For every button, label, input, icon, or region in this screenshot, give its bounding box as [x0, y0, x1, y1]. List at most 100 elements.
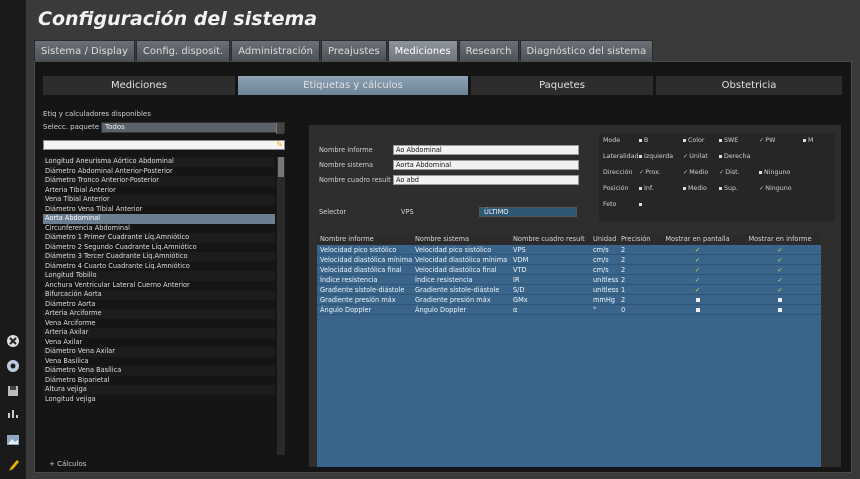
dir-prox[interactable]: ✓Prox. — [639, 169, 677, 179]
check-icon[interactable]: ✓ — [656, 265, 736, 274]
unchecked-box-icon[interactable] — [736, 295, 821, 304]
dir-medio[interactable]: ✓Medio — [683, 169, 713, 179]
subtab-mediciones[interactable]: Mediciones — [43, 76, 235, 95]
tab-config-disposit[interactable]: Config. disposit. — [135, 40, 231, 61]
tab-administracion[interactable]: Administración — [231, 40, 320, 61]
check-icon[interactable]: ✓ — [656, 275, 736, 284]
unchecked-box-icon[interactable] — [656, 305, 736, 314]
pos-inf[interactable]: Inf. — [639, 185, 677, 195]
mode-pw[interactable]: ✓PW — [759, 137, 797, 147]
mode-b[interactable]: B — [639, 137, 677, 147]
check-icon[interactable]: ✓ — [736, 255, 821, 264]
result-box-name-label: Nombre cuadro result — [319, 176, 391, 184]
selector-dropdown[interactable]: ÚLTIMO — [479, 207, 577, 217]
mode-m[interactable]: M — [803, 137, 813, 147]
close-icon[interactable] — [5, 333, 21, 349]
check-icon[interactable]: ✓ — [736, 265, 821, 274]
list-item[interactable]: Vena Axilar — [43, 338, 275, 348]
list-item[interactable]: Diámetro 4 Cuarto Cuadrante Líq.Amniótic… — [43, 262, 275, 272]
tab-preajustes[interactable]: Preajustes — [320, 40, 387, 61]
list-item[interactable]: Circunferencia Abdominal — [43, 224, 275, 234]
lat-unilat[interactable]: ✓Unilat — [683, 153, 713, 163]
unchecked-box-icon[interactable] — [656, 295, 736, 304]
list-item[interactable]: Diámetro 3 Tercer Cuadrante Líq.Amniótic… — [43, 252, 275, 262]
list-item[interactable]: Arteria Tibial Anterior — [43, 186, 275, 196]
check-icon[interactable]: ✓ — [736, 285, 821, 294]
check-icon[interactable]: ✓ — [736, 275, 821, 284]
system-name-input[interactable]: Aorta Abdominal — [393, 160, 579, 170]
label-list[interactable]: Longitud Aneurisma Aórtico Abdominal Diám… — [43, 157, 275, 455]
subtab-paquetes[interactable]: Paquetes — [471, 76, 653, 95]
pen-icon[interactable] — [5, 458, 21, 474]
list-item[interactable]: Arteria Axilar — [43, 328, 275, 338]
unchecked-box-icon[interactable] — [736, 305, 821, 314]
list-item[interactable]: Bifurcación Aorta — [43, 290, 275, 300]
check-icon[interactable]: ✓ — [656, 285, 736, 294]
list-item[interactable]: Diámetro Abdominal Anterior-Posterior — [43, 167, 275, 177]
list-item[interactable]: Longitud vejiga — [43, 395, 275, 405]
package-dropdown[interactable]: Todos — [101, 122, 285, 134]
list-item[interactable]: Vena Tibial Anterior — [43, 195, 275, 205]
table-cell: α — [513, 306, 518, 314]
pos-sup[interactable]: Sup. — [719, 185, 753, 195]
list-item[interactable]: Diámetro Vena Basílica — [43, 366, 275, 376]
feto-label: Feto — [603, 201, 617, 208]
tab-mediciones[interactable]: Mediciones — [387, 40, 458, 61]
lat-izquierda[interactable]: Izquierda — [639, 153, 677, 163]
table-row[interactable]: Gradiente sístole-diástole Gradiente síst… — [317, 285, 821, 295]
table-cell: Ángulo Doppler — [415, 306, 467, 314]
tab-diagnostico[interactable]: Diagnóstico del sistema — [519, 40, 654, 61]
pos-ninguno[interactable]: ✓Ninguno — [759, 185, 792, 195]
report-name-input[interactable]: Ao Abdominal — [393, 145, 579, 155]
scrollbar-thumb[interactable] — [278, 157, 284, 177]
list-item[interactable]: Aorta Abdominal — [43, 214, 275, 224]
table-row[interactable]: Índice resistencia Índice resistencia IR un… — [317, 275, 821, 285]
list-item[interactable]: Vena Basílica — [43, 357, 275, 367]
list-item[interactable]: Diámetro Aorta — [43, 300, 275, 310]
dropdown-arrow-icon[interactable] — [276, 123, 284, 134]
result-box-name-input[interactable]: Ao abd — [393, 175, 579, 185]
list-item[interactable]: Diámetro Vena Tibial Anterior — [43, 205, 275, 215]
mode-color[interactable]: Color — [683, 137, 713, 147]
list-item[interactable]: Longitud Aneurisma Aórtico Abdominal — [43, 157, 275, 167]
check-icon[interactable]: ✓ — [656, 255, 736, 264]
image-icon[interactable] — [5, 432, 21, 448]
pencil-icon[interactable]: ✎ — [276, 140, 283, 149]
list-item[interactable]: Diámetro 1 Primer Cuadrante Líq.Amniótic… — [43, 233, 275, 243]
table-row[interactable]: Ángulo Doppler Ángulo Doppler α ° 0 — [317, 305, 821, 315]
list-item[interactable]: Longitud Tobillo — [43, 271, 275, 281]
lat-derecha[interactable]: Derecha — [719, 153, 750, 163]
save-icon[interactable] — [5, 383, 21, 399]
table-row[interactable]: Velocidad diastólica final Velocidad dias… — [317, 265, 821, 275]
table-row[interactable]: Velocidad diastólica mínima Velocidad dia… — [317, 255, 821, 265]
list-item[interactable]: Diámetro 2 Segundo Cuadrante Líq.Amnióti… — [43, 243, 275, 253]
list-item[interactable]: Vena Arciforme — [43, 319, 275, 329]
check-icon[interactable]: ✓ — [656, 245, 736, 254]
table-row[interactable]: Gradiente presión máx Gradiente presión m… — [317, 295, 821, 305]
bars-icon[interactable] — [5, 405, 21, 421]
subtab-obstetricia[interactable]: Obstetricia — [656, 76, 842, 95]
feto-toggle[interactable] — [639, 201, 644, 211]
dir-dist[interactable]: ✓Dist. — [719, 169, 753, 179]
mode-swe[interactable]: SWE — [719, 137, 753, 147]
list-item[interactable]: Arteria Arciforme — [43, 309, 275, 319]
check-icon[interactable]: ✓ — [736, 245, 821, 254]
search-input[interactable]: ✎ — [43, 140, 285, 150]
package-select[interactable]: Selecc. paquete Todos — [43, 122, 285, 134]
settings-wheel-icon[interactable] — [5, 358, 21, 374]
list-item[interactable]: Diámetro Vena Axilar — [43, 347, 275, 357]
list-item[interactable]: Anchura Ventricular Lateral Cuerno Anter… — [43, 281, 275, 291]
subtab-etiquetas[interactable]: Etiquetas y cálculos — [238, 76, 468, 95]
laterality-row: Lateralidad Izquierda ✓Unilat Derecha — [603, 153, 756, 163]
list-item[interactable]: Altura vejiga — [43, 385, 275, 395]
calculations-toggle[interactable]: + Cálculos — [49, 460, 86, 468]
table-row[interactable]: Velocidad pico sistólico Velocidad pico s… — [317, 245, 821, 255]
list-item[interactable]: Diámetro Tronco Anterior-Posterior — [43, 176, 275, 186]
pos-medio[interactable]: Medio — [683, 185, 713, 195]
list-item[interactable]: Diámetro Biparietal — [43, 376, 275, 386]
list-scrollbar[interactable] — [277, 157, 285, 455]
dir-ninguno[interactable]: Ninguno — [759, 169, 790, 179]
table-cell: GMx — [513, 296, 528, 304]
tab-research[interactable]: Research — [458, 40, 519, 61]
tab-sistema-display[interactable]: Sistema / Display — [34, 40, 135, 61]
